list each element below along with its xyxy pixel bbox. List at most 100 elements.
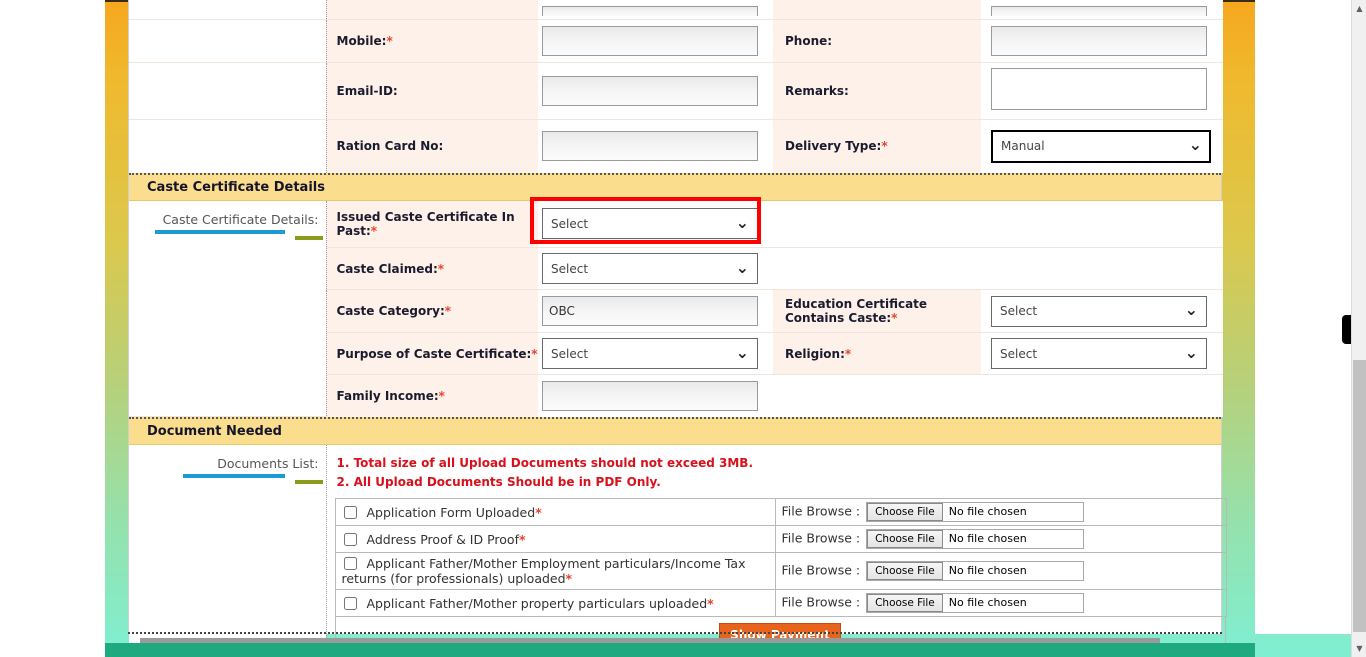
- file-input-4[interactable]: Choose File No file chosen: [866, 593, 1085, 613]
- row-value-cell-right: [981, 0, 1223, 20]
- religion-label: Religion:*: [773, 332, 981, 375]
- underline-olive-bar: [294, 480, 323, 484]
- caste-claimed-select[interactable]: Select: [542, 253, 758, 284]
- employment-particulars-checkbox[interactable]: [343, 557, 357, 570]
- purpose-select-wrap: Select ⌄: [542, 338, 758, 369]
- education-cert-select-wrap: Select ⌄: [991, 295, 1207, 327]
- education-cert-label-text: Education Certificate Contains Caste:: [785, 297, 928, 325]
- required-asterisk: *: [891, 311, 898, 325]
- mobile-input[interactable]: [542, 26, 758, 56]
- document-label: Application Form Uploaded: [366, 504, 536, 520]
- previous-field-input-right[interactable]: [991, 5, 1207, 16]
- underline-blue-bar: [182, 474, 285, 478]
- mobile-value-cell: [538, 19, 773, 63]
- document-label: Applicant Father/Mother property particu…: [366, 595, 708, 611]
- family-income-label-text: Family Income:: [336, 388, 439, 403]
- page-footer: [105, 643, 1255, 657]
- form-content-area: Mobile:* Phone: Email-ID: Remarks: Ratio…: [128, 0, 1227, 656]
- address-proof-id-proof-checkbox[interactable]: [343, 532, 357, 546]
- caste-category-value-cell: [538, 289, 773, 333]
- file-input-3[interactable]: Choose File No file chosen: [866, 561, 1085, 581]
- scroll-up-arrow-icon[interactable]: ▲: [1352, 0, 1366, 17]
- previous-field-input[interactable]: [542, 5, 758, 16]
- page-left-white-margin: [0, 0, 105, 657]
- email-input[interactable]: [542, 76, 758, 106]
- delivery-type-label-text: Delivery Type:: [785, 139, 882, 154]
- mobile-label: Mobile:*: [326, 19, 538, 63]
- choose-file-button[interactable]: Choose File: [867, 562, 943, 580]
- caste-category-label-text: Caste Category:: [336, 304, 445, 318]
- education-cert-contains-caste-label: Education Certificate Contains Caste:*: [773, 289, 981, 333]
- file-browse-label: File Browse :: [781, 503, 861, 519]
- family-income-input[interactable]: [542, 380, 758, 411]
- bottom-dotted-divider: [128, 632, 1222, 635]
- delivery-type-select[interactable]: Manual: [991, 129, 1211, 163]
- caste-side-label: Caste Certificate Details:: [162, 211, 319, 227]
- caste-claimed-label-text: Caste Claimed:: [336, 261, 438, 276]
- ration-card-input[interactable]: [542, 131, 758, 162]
- choose-file-button[interactable]: Choose File: [867, 530, 943, 548]
- purpose-label: Purpose of Caste Certificate:*: [326, 332, 538, 375]
- table-row-email: Email-ID: Remarks:: [129, 62, 1223, 120]
- application-form-uploaded-checkbox[interactable]: [343, 505, 357, 519]
- issued-past-label: Issued Caste Certificate In Past:*: [326, 200, 538, 248]
- religion-label-text: Religion:: [785, 346, 845, 361]
- religion-select-wrap: Select ⌄: [991, 338, 1207, 369]
- remarks-textarea[interactable]: [991, 68, 1207, 110]
- personal-details-table: Mobile:* Phone: Email-ID: Remarks: Ratio…: [129, 0, 1223, 173]
- caste-category-label: Caste Category:*: [326, 289, 538, 333]
- row-label-cell-right: [773, 0, 981, 20]
- table-row: Application Form Uploaded* File Browse :…: [334, 498, 1227, 526]
- required-asterisk: *: [437, 261, 445, 276]
- edge-side-tab[interactable]: [1340, 313, 1351, 346]
- required-asterisk: *: [565, 571, 573, 586]
- empty-value-cell: [981, 200, 1223, 248]
- documents-side-column: Documents List:: [129, 445, 327, 656]
- table-row: Applicant Father/Mother Employment parti…: [334, 552, 1227, 590]
- document-label: Address Proof & ID Proof: [366, 531, 519, 547]
- property-particulars-checkbox[interactable]: [343, 596, 357, 610]
- document-file-cell: File Browse : Choose File No file chosen: [774, 552, 1227, 590]
- phone-label: Phone:: [773, 19, 981, 63]
- required-asterisk: *: [518, 531, 526, 547]
- education-certificate-contains-caste-select[interactable]: Select: [991, 295, 1207, 327]
- underline-olive-bar: [294, 235, 323, 240]
- religion-select[interactable]: Select: [991, 338, 1207, 369]
- row-label-cell: [326, 0, 538, 20]
- file-input-1[interactable]: Choose File No file chosen: [866, 502, 1085, 522]
- table-row: Applicant Father/Mother property particu…: [334, 589, 1227, 617]
- issued-past-select-wrap: Select ⌄: [542, 208, 758, 240]
- required-asterisk: *: [844, 346, 852, 361]
- choose-file-button[interactable]: Choose File: [867, 594, 943, 612]
- scroll-down-arrow-icon[interactable]: ▼: [1352, 640, 1366, 657]
- file-input-2[interactable]: Choose File No file chosen: [866, 529, 1085, 549]
- empty-value-cell: [981, 247, 1223, 290]
- choose-file-button[interactable]: Choose File: [867, 503, 943, 521]
- remarks-value-cell: [981, 62, 1223, 120]
- caste-claimed-label: Caste Claimed:*: [326, 247, 538, 290]
- empty-label-cell: [773, 374, 981, 417]
- mobile-label-text: Mobile:: [336, 34, 387, 48]
- caste-category-input: [542, 296, 758, 326]
- side-column: [129, 0, 327, 20]
- vertical-scrollbar[interactable]: ▲ ▼: [1351, 0, 1366, 657]
- no-file-chosen-text: No file chosen: [948, 505, 1027, 518]
- purpose-of-caste-certificate-select[interactable]: Select: [542, 338, 758, 369]
- issued-past-value-cell: Select ⌄: [538, 200, 773, 248]
- document-name-cell: Applicant Father/Mother property particu…: [334, 589, 776, 617]
- underline-blue-bar: [154, 229, 285, 234]
- required-asterisk: *: [535, 504, 542, 520]
- scrollbar-thumb[interactable]: [1353, 360, 1366, 632]
- phone-input[interactable]: [991, 26, 1207, 56]
- caste-claimed-select-wrap: Select ⌄: [542, 253, 758, 284]
- phone-value-cell: [981, 19, 1223, 63]
- caste-claimed-value-cell: Select ⌄: [538, 247, 773, 290]
- upload-notes: 1. Total size of all Upload Documents sh…: [327, 446, 1221, 498]
- remarks-label-text: Remarks:: [785, 84, 849, 98]
- issued-caste-certificate-in-past-select[interactable]: Select: [542, 208, 758, 240]
- delivery-type-label: Delivery Type:*: [773, 119, 981, 173]
- purpose-label-text: Purpose of Caste Certificate:: [336, 346, 532, 361]
- required-asterisk: *: [386, 34, 393, 48]
- documents-side-underline: [130, 474, 325, 484]
- document-file-cell: File Browse : Choose File No file chosen: [774, 589, 1227, 617]
